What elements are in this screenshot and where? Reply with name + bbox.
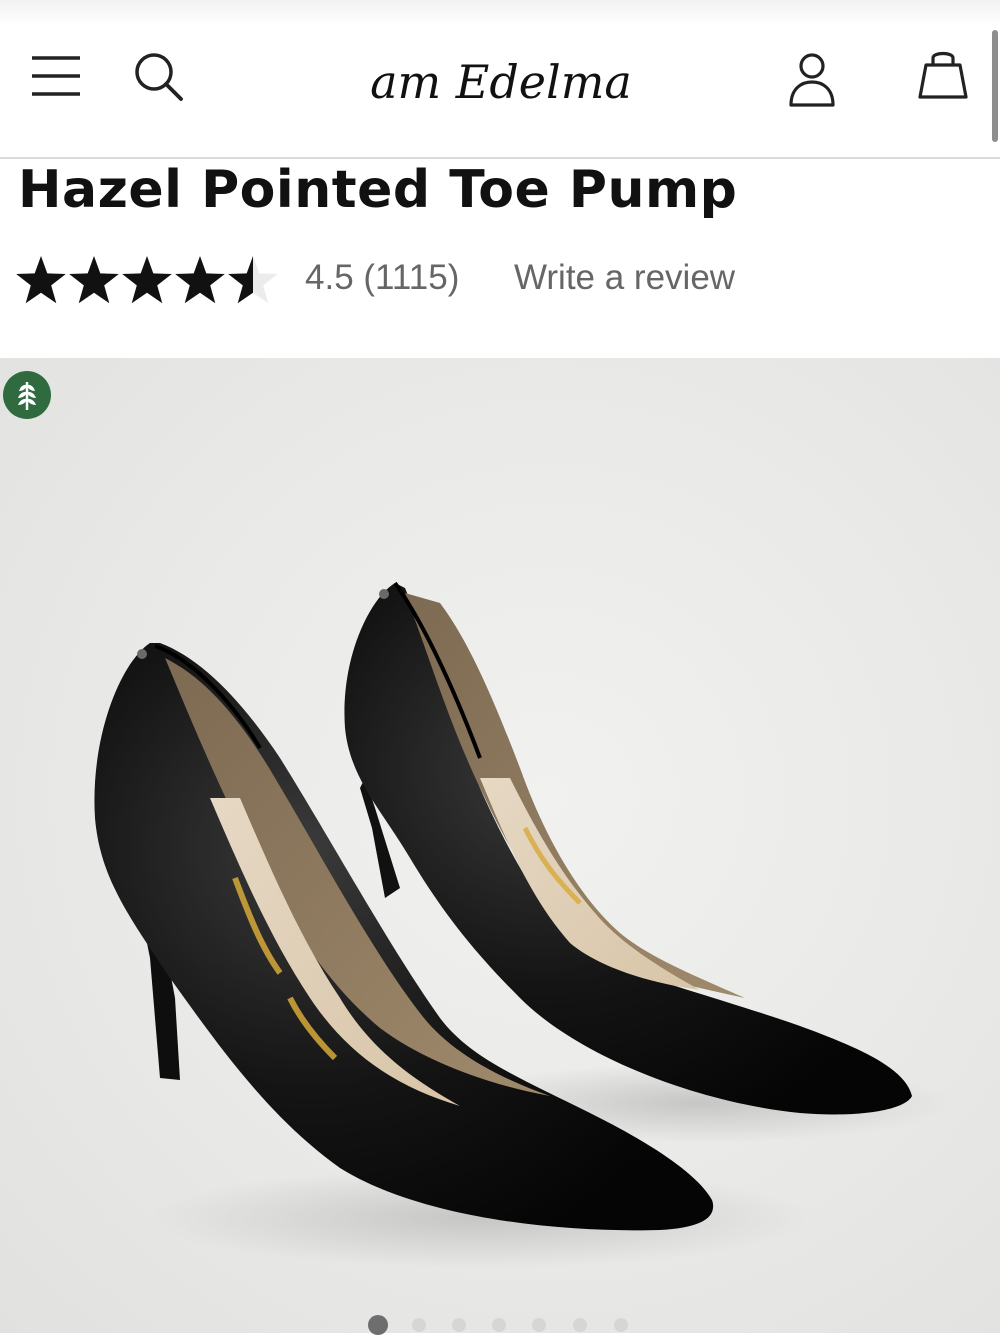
pagination-dot-4[interactable] — [492, 1318, 506, 1332]
shopping-bag-button[interactable] — [916, 48, 970, 102]
write-review-link[interactable]: Write a review — [514, 258, 735, 298]
star-icon — [16, 256, 66, 304]
search-button[interactable] — [132, 50, 184, 102]
wheat-leaf-icon — [3, 371, 51, 419]
image-pagination — [0, 1313, 1000, 1335]
star-icon — [69, 256, 119, 304]
rating-summary: 4.5 (1115) — [305, 258, 460, 297]
account-icon — [789, 53, 835, 107]
page-scrollbar[interactable] — [992, 30, 998, 142]
pagination-dot-7[interactable] — [614, 1318, 628, 1332]
product-title: Hazel Pointed Toe Pump — [18, 160, 738, 220]
brand-logo-text: Sam Edelman — [368, 55, 632, 109]
pagination-dot-1[interactable] — [368, 1315, 388, 1335]
pagination-dot-6[interactable] — [573, 1318, 587, 1332]
account-button[interactable] — [786, 52, 838, 108]
product-image[interactable] — [0, 358, 1000, 1333]
product-image-gallery[interactable] — [0, 358, 1000, 1333]
site-header: Sam Edelman — [0, 0, 1000, 159]
star-rating[interactable] — [15, 250, 285, 308]
menu-button[interactable] — [30, 55, 82, 97]
rating-row: 4.5 (1115) Write a review — [15, 250, 815, 310]
menu-icon — [32, 56, 80, 96]
half-star-icon — [228, 256, 278, 304]
pagination-dot-3[interactable] — [452, 1318, 466, 1332]
pagination-dot-5[interactable] — [532, 1318, 546, 1332]
pagination-dot-2[interactable] — [412, 1318, 426, 1332]
brand-logo[interactable]: Sam Edelman — [339, 40, 662, 120]
shopping-bag-icon — [918, 51, 968, 99]
star-icon — [122, 256, 172, 304]
star-icon — [175, 256, 225, 304]
brand-logo-wordmark: Sam Edelman — [339, 55, 662, 109]
search-icon — [135, 53, 183, 101]
